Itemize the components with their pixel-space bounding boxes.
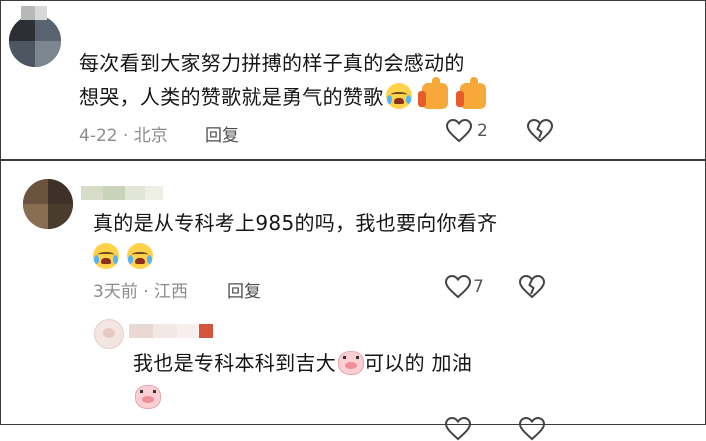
like-count: 7	[473, 277, 484, 297]
like-count: 2	[477, 121, 488, 141]
pig-face-icon	[135, 385, 161, 409]
comment-text-line-1: 真的是从专科考上985的吗，我也要向你看齐	[93, 211, 498, 235]
username-blurred[interactable]	[21, 5, 47, 20]
comment-text-line-2: 想哭，人类的赞歌就是勇气的赞歌	[79, 77, 486, 113]
broken-heart-icon[interactable]	[527, 119, 553, 143]
crying-face-icon	[127, 243, 153, 269]
crying-face-icon	[93, 243, 119, 269]
reply-username-blurred[interactable]	[129, 323, 213, 338]
thumbs-up-icon	[417, 77, 448, 109]
comment-card-2: 真的是从专科考上985的吗，我也要向你看齐 3天前 · 江西 回复 7 我也是专…	[0, 160, 706, 441]
heart-icon[interactable]	[445, 275, 471, 299]
heart-icon[interactable]	[445, 417, 471, 441]
pig-face-icon	[338, 351, 364, 375]
crying-face-icon	[385, 83, 412, 109]
avatar[interactable]	[9, 15, 61, 67]
avatar[interactable]	[23, 179, 73, 229]
reply-button[interactable]: 回复	[205, 121, 239, 146]
comment-meta: 4-22 · 北京	[79, 126, 168, 146]
reply-button[interactable]: 回复	[227, 277, 261, 302]
reply-text-part-2: 可以的 加油	[364, 351, 473, 375]
reply-text-part-1: 我也是专科本科到吉大	[133, 351, 336, 375]
comment-meta: 3天前 · 江西	[93, 282, 189, 302]
comment-text-line-2-content: 想哭，人类的赞歌就是勇气的赞歌	[79, 85, 384, 109]
comment-emojis	[93, 241, 153, 273]
thumbs-up-icon	[455, 77, 486, 109]
comment-card-1: 每次看到大家努力拼搏的样子真的会感动的 想哭，人类的赞歌就是勇气的赞歌 4-22…	[0, 0, 706, 160]
reply-emojis	[133, 381, 161, 413]
username-blurred[interactable]	[81, 185, 163, 200]
heart-icon[interactable]	[446, 119, 472, 143]
reply-text: 我也是专科本科到吉大 可以的 加油	[133, 347, 472, 379]
comment-text-line-1: 每次看到大家努力拼搏的样子真的会感动的	[79, 51, 465, 75]
broken-heart-icon[interactable]	[519, 417, 545, 441]
broken-heart-icon[interactable]	[519, 275, 545, 299]
reply-avatar[interactable]	[94, 319, 124, 349]
